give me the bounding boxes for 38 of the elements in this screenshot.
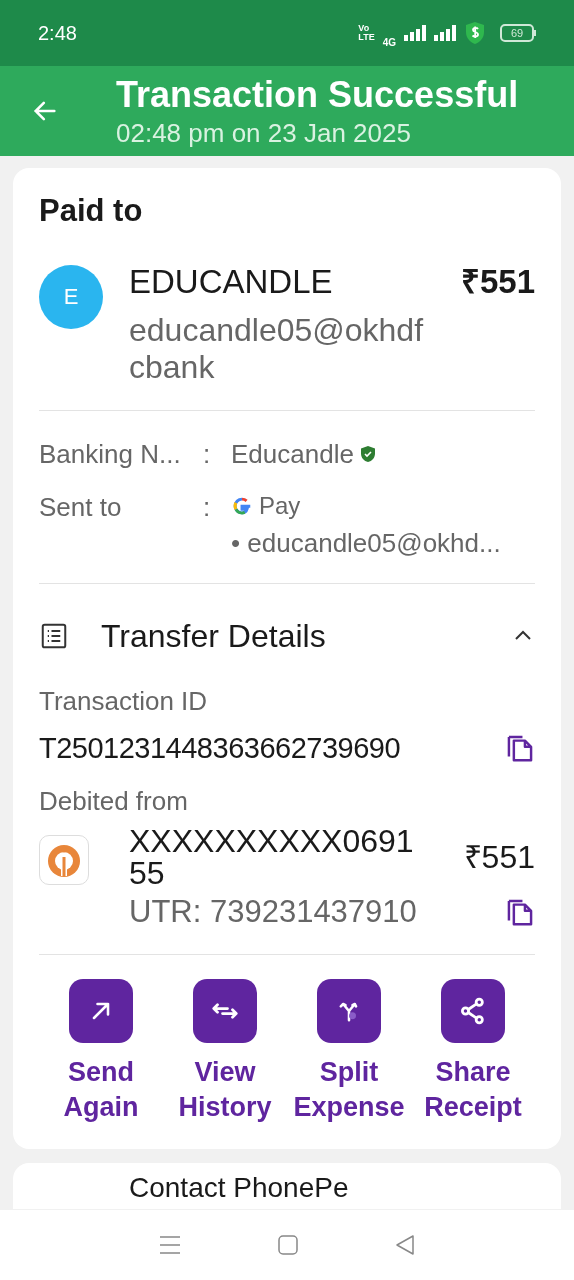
detail-label: Banking N... — [39, 437, 182, 471]
action-button[interactable]: View History — [163, 978, 287, 1125]
action-button[interactable]: Split Expense — [287, 978, 411, 1125]
network-label: 4G — [382, 35, 396, 50]
contact-title: Contact PhonePe — [129, 1171, 349, 1203]
battery-level: 69 — [510, 25, 524, 41]
header-title: Transaction Successful — [116, 73, 519, 118]
debit-amount: ₹551 — [463, 838, 535, 878]
detail-separator: : — [203, 490, 212, 524]
back-icon[interactable] — [395, 1234, 416, 1256]
account-number: XXXXXXXXXX069155 — [129, 825, 415, 890]
payee-name: EDUCANDLE — [129, 261, 333, 302]
transaction-id: T2501231448363662739690 — [39, 730, 401, 766]
detail-value: Pay — [259, 490, 301, 521]
detail-separator: : — [203, 437, 212, 471]
status-time: 2:48 — [38, 21, 77, 46]
volte-label: Vo — [358, 24, 371, 33]
action-button[interactable]: Send Again — [39, 978, 163, 1125]
signal-icon — [404, 25, 426, 41]
utr-number: UTR: 739231437910 — [129, 893, 417, 932]
payment-amount: ₹551 — [460, 261, 535, 302]
signal-icon — [434, 25, 456, 41]
detail-sub-value: • educandle05@okhd... — [231, 526, 501, 560]
verified-shield-icon — [359, 445, 376, 464]
action-button[interactable]: Share Receipt — [411, 978, 535, 1125]
shield-dollar-icon — [464, 21, 486, 45]
field-label: Debited from — [39, 785, 189, 819]
detail-label: Sent to — [39, 490, 123, 524]
section-title: Transfer Details — [101, 616, 326, 656]
volte-label: LTE — [358, 33, 375, 42]
menu-icon[interactable] — [158, 1235, 181, 1255]
detail-value: Educandle — [231, 437, 354, 471]
header-subtitle: 02:48 pm on 23 Jan 2025 — [116, 117, 412, 150]
home-icon[interactable] — [278, 1235, 298, 1255]
upi-id: educandle05@okhdfcbank — [129, 312, 425, 386]
avatar-letter: E — [63, 283, 79, 311]
section-heading: Paid to — [39, 192, 144, 230]
field-label: Transaction ID — [39, 684, 209, 718]
